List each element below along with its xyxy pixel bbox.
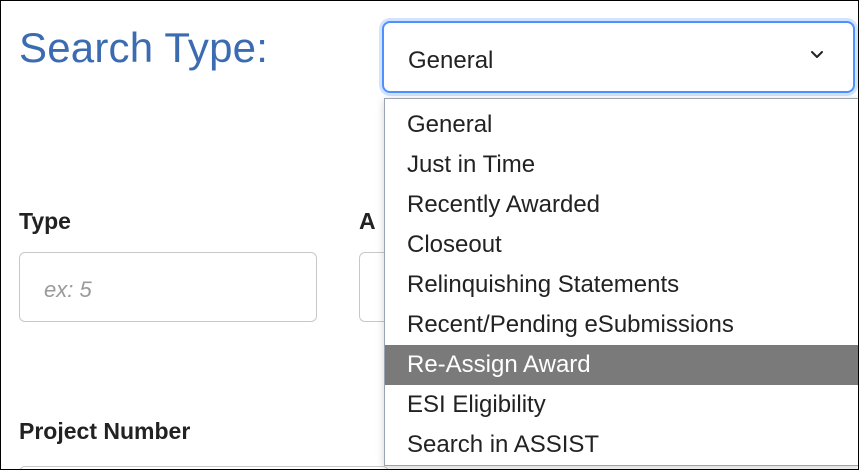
project-number-input[interactable] bbox=[19, 466, 389, 469]
search-type-dropdown: General Just in Time Recently Awarded Cl… bbox=[384, 98, 858, 466]
dropdown-option-general[interactable]: General bbox=[385, 105, 858, 145]
project-number-label: Project Number bbox=[19, 418, 191, 444]
search-type-select[interactable]: General bbox=[382, 21, 855, 93]
type-label: Type bbox=[19, 208, 71, 234]
type-input-placeholder: ex: 5 bbox=[44, 277, 92, 302]
search-type-selected-value: General bbox=[408, 47, 494, 74]
dropdown-option-re-assign-award[interactable]: Re-Assign Award bbox=[385, 345, 858, 385]
dropdown-option-closeout[interactable]: Closeout bbox=[385, 225, 858, 265]
dropdown-option-just-in-time[interactable]: Just in Time bbox=[385, 145, 858, 185]
dropdown-option-relinquishing-statements[interactable]: Relinquishing Statements bbox=[385, 265, 858, 305]
dropdown-option-recent-pending-esubmissions[interactable]: Recent/Pending eSubmissions bbox=[385, 305, 858, 345]
search-form: Search Type: General Type ex: 5 A Projec… bbox=[0, 0, 859, 470]
a-label: A bbox=[359, 208, 376, 234]
search-type-label: Search Type: bbox=[19, 24, 269, 71]
chevron-down-icon[interactable] bbox=[809, 46, 825, 62]
dropdown-option-recently-awarded[interactable]: Recently Awarded bbox=[385, 185, 858, 225]
type-input[interactable]: ex: 5 bbox=[19, 252, 317, 322]
dropdown-option-search-in-assist[interactable]: Search in ASSIST bbox=[385, 425, 858, 465]
dropdown-option-esi-eligibility[interactable]: ESI Eligibility bbox=[385, 385, 858, 425]
